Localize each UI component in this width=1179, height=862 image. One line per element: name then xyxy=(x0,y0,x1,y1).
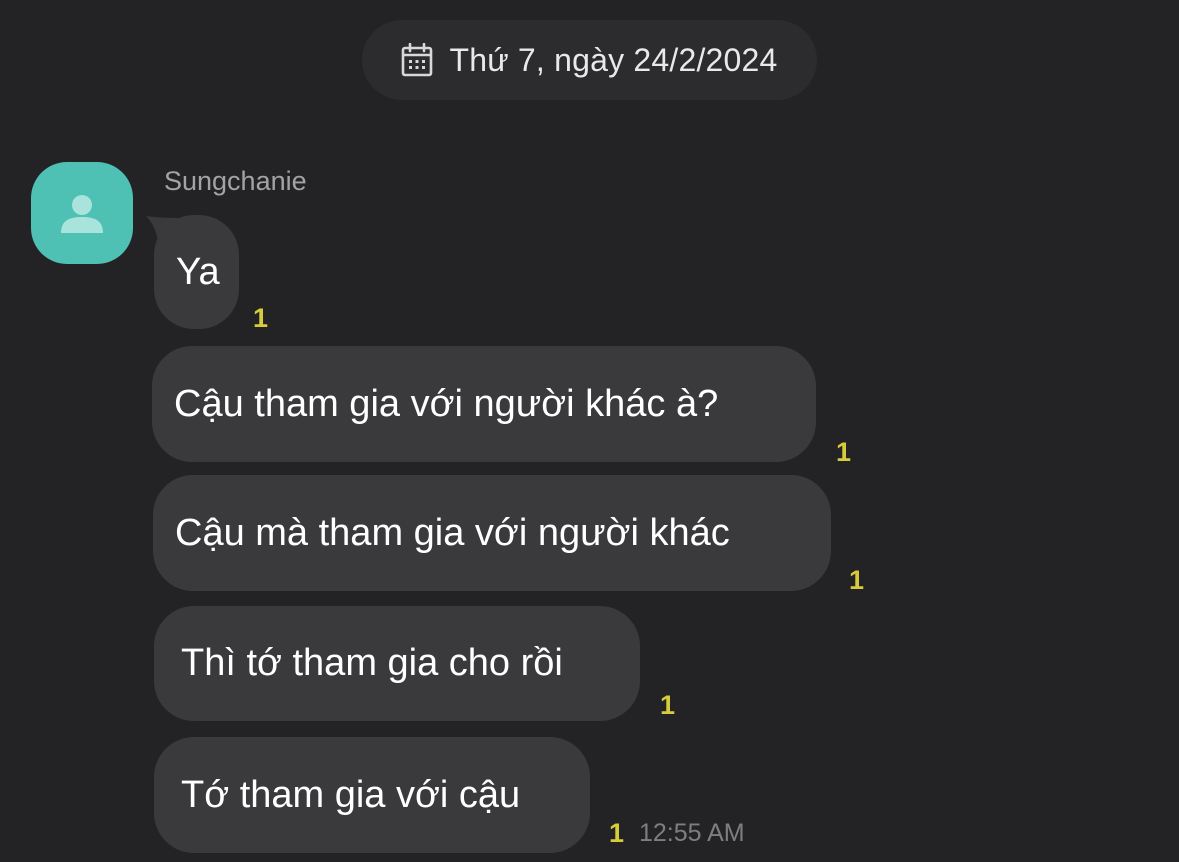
message-text: Thì tớ tham gia cho rồi xyxy=(181,642,563,684)
message-text: Cậu tham gia với người khác à? xyxy=(174,382,719,425)
unread-count: 1 xyxy=(836,437,852,467)
message-text: Cậu mà tham gia với người khác xyxy=(175,511,730,554)
message-text: Ya xyxy=(176,250,220,293)
unread-count: 1 xyxy=(849,565,865,595)
message-text: Tớ tham gia với cậu xyxy=(181,773,521,816)
calendar-icon xyxy=(402,43,433,77)
message-bubble[interactable]: Cậu mà tham gia với người khác xyxy=(153,475,831,591)
message-bubble[interactable]: Thì tớ tham gia cho rồi xyxy=(154,606,640,721)
message-time: 12:55 AM xyxy=(639,819,745,847)
avatar[interactable] xyxy=(31,162,133,264)
message-bubble[interactable]: Tớ tham gia với cậu xyxy=(154,737,590,853)
person-icon xyxy=(61,195,103,233)
date-label: Thứ 7, ngày 24/2/2024 xyxy=(449,41,778,78)
message-bubble[interactable]: Ya xyxy=(154,215,239,329)
sender-name: Sungchanie xyxy=(164,166,307,196)
unread-count: 1 xyxy=(660,690,676,720)
date-separator: Thứ 7, ngày 24/2/2024 xyxy=(362,20,817,100)
unread-count: 1 xyxy=(609,818,625,848)
message-bubble[interactable]: Cậu tham gia với người khác à? xyxy=(152,346,816,462)
unread-count: 1 xyxy=(253,303,269,333)
